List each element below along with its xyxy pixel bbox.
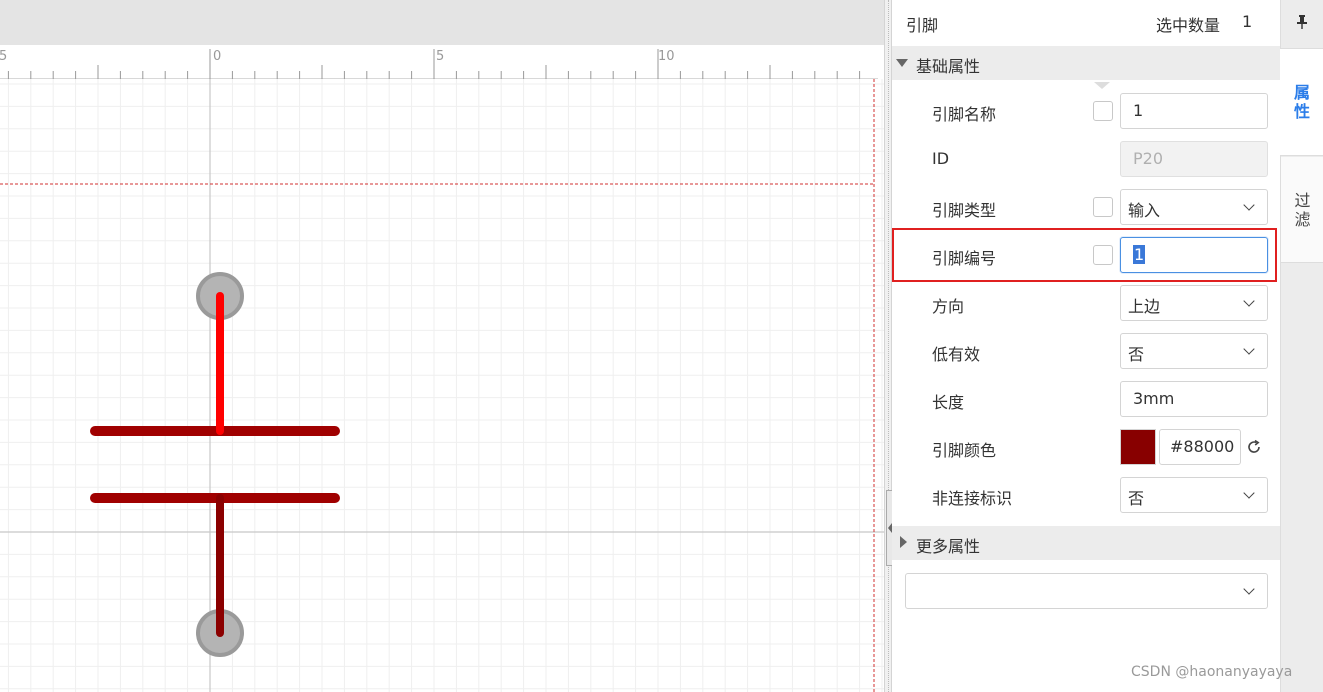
pin-button[interactable] — [1281, 0, 1323, 46]
prop-row-pin-type: 引脚类型 输入 — [892, 183, 1280, 231]
prop-label: 非连接标识 — [932, 489, 1013, 508]
prop-row-no-connect: 非连接标识 否 — [892, 471, 1280, 519]
color-swatch[interactable] — [1120, 429, 1156, 465]
tab-label: 过 滤 — [1294, 190, 1311, 229]
ruler-label: 0 — [213, 49, 222, 64]
prop-row-pin-number: 引脚编号 1 — [892, 231, 1280, 279]
select-value: 输入 — [1128, 201, 1161, 220]
prop-label: 长度 — [932, 393, 965, 412]
side-tab-bar: 属 性 过 滤 — [1280, 0, 1323, 692]
panel-splitter[interactable] — [884, 0, 892, 692]
no-connect-select[interactable]: 否 — [1120, 477, 1268, 513]
horizontal-ruler: 5 0 5 10 — [0, 45, 878, 79]
tab-label: 属 性 — [1293, 83, 1310, 121]
selected-count-label: 选中数量 — [1156, 16, 1221, 35]
section-label: 基础属性 — [916, 57, 981, 76]
chevron-down-icon — [1243, 343, 1255, 355]
color-hex-input[interactable]: #88000 — [1159, 429, 1241, 465]
select-value: 否 — [1128, 489, 1145, 508]
expand-triangle-icon — [900, 536, 907, 548]
panel-title: 引脚 — [906, 16, 939, 35]
chevron-down-icon — [1243, 295, 1255, 307]
prop-row-id: ID P20 — [892, 135, 1280, 183]
panel-header: 引脚 选中数量 1 — [892, 0, 1280, 46]
pin-type-select[interactable]: 输入 — [1120, 189, 1268, 225]
pin-name-checkbox[interactable] — [1093, 101, 1113, 121]
prop-row-pin-color: 引脚颜色 #88000 — [892, 423, 1280, 471]
pin-number-input[interactable]: 1 — [1120, 237, 1268, 273]
prop-label: 引脚类型 — [932, 201, 997, 220]
id-input: P20 — [1120, 141, 1268, 177]
prop-label: 引脚名称 — [932, 105, 997, 124]
section-more-properties[interactable]: 更多属性 — [892, 526, 1280, 560]
canvas-toolbar — [0, 0, 884, 45]
length-input[interactable]: 3mm — [1120, 381, 1268, 417]
tab-filter[interactable]: 过 滤 — [1281, 157, 1323, 263]
schematic-canvas[interactable]: 5 0 5 10 — [0, 0, 884, 692]
collapse-triangle-icon — [896, 59, 908, 67]
prop-label: 方向 — [932, 297, 965, 316]
property-panel: 引脚 选中数量 1 基础属性 引脚名称 1 ID P20 引脚类型 输入 引脚编… — [892, 0, 1280, 692]
chevron-down-icon — [1243, 583, 1255, 595]
extra-dropdown[interactable] — [905, 573, 1268, 609]
selected-text: 1 — [1133, 245, 1146, 264]
prop-row-direction: 方向 上边 — [892, 279, 1280, 327]
prop-label: ID — [932, 149, 950, 168]
prop-label: 低有效 — [932, 345, 981, 364]
section-label: 更多属性 — [916, 537, 981, 556]
pin-name-input[interactable]: 1 — [1120, 93, 1268, 129]
prop-row-pin-name: 引脚名称 1 — [892, 87, 1280, 135]
reset-icon[interactable] — [1246, 439, 1262, 455]
select-value: 上边 — [1128, 297, 1161, 316]
watermark: CSDN @haonanyayaya — [1131, 664, 1293, 680]
pin-icon — [1297, 15, 1307, 29]
grid — [0, 79, 884, 692]
prop-label: 引脚颜色 — [932, 441, 997, 460]
chevron-down-icon — [1243, 199, 1255, 211]
pin-type-checkbox[interactable] — [1093, 197, 1113, 217]
chevron-down-icon — [1243, 487, 1255, 499]
tab-properties[interactable]: 属 性 — [1280, 48, 1323, 156]
ruler-label: 5 — [0, 49, 8, 64]
select-value: 否 — [1128, 345, 1145, 364]
direction-select[interactable]: 上边 — [1120, 285, 1268, 321]
pin-number-checkbox[interactable] — [1093, 245, 1113, 265]
ruler-label: 5 — [436, 49, 445, 64]
ruler-label: 10 — [658, 49, 675, 64]
active-low-select[interactable]: 否 — [1120, 333, 1268, 369]
prop-label: 引脚编号 — [932, 249, 997, 268]
prop-row-length: 长度 3mm — [892, 375, 1280, 423]
selected-count-value: 1 — [1242, 12, 1253, 31]
section-basic-properties[interactable]: 基础属性 — [892, 46, 1280, 80]
prop-row-active-low: 低有效 否 — [892, 327, 1280, 375]
